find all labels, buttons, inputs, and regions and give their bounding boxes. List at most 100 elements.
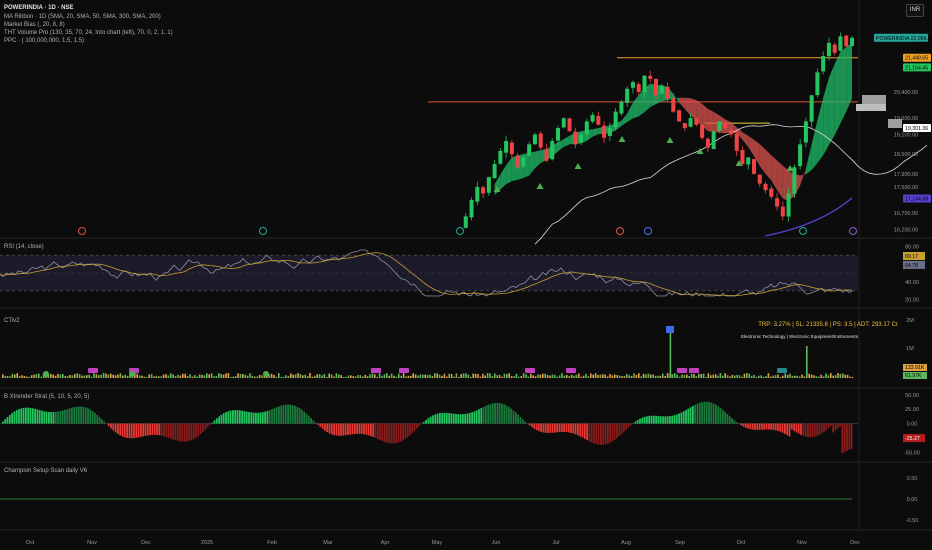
oscillator-bar <box>719 407 722 424</box>
chart-canvas[interactable]: 20,400.00 19,600.00 19,100.00 18,500.00 17,9… <box>0 0 932 550</box>
oscillator-bar <box>547 423 549 433</box>
price-tick-label: 20,400.00 <box>894 90 918 96</box>
oscillator-bar <box>77 406 80 424</box>
chart-workspace[interactable]: 20,400.00 19,600.00 19,100.00 18,500.00 17,9… <box>0 0 932 550</box>
indicator-volume-pro[interactable]: THT Volume Pro (130, 35, 70, 24, Into ch… <box>4 29 173 37</box>
volume-bar <box>746 373 748 378</box>
oscillator-bar <box>432 415 434 424</box>
volume-bar <box>364 374 366 378</box>
candle-body <box>527 144 532 156</box>
indicator-ppc[interactable]: PPC · ( 100,000,000, 1.5, 1.5) <box>4 37 84 45</box>
oscillator-bar <box>793 423 795 431</box>
volume-bar <box>693 374 695 378</box>
oscillator-bar <box>478 409 480 424</box>
time-axis-label: Jul <box>552 540 559 546</box>
ma-ribbon-band <box>765 149 772 181</box>
oscillator-bar <box>616 423 618 438</box>
volume-bar <box>532 375 534 378</box>
volume-bar <box>184 373 186 378</box>
oscillator-bar <box>593 423 595 444</box>
oscillator-bar <box>36 409 39 424</box>
candle-body <box>550 141 555 160</box>
volume-bar <box>321 375 323 378</box>
oscillator-bar <box>685 409 687 424</box>
volume-bar <box>215 376 218 378</box>
oscillator-bar <box>156 423 158 435</box>
volume-bar <box>594 373 597 378</box>
event-marker <box>259 227 267 235</box>
volume-bar <box>558 375 561 378</box>
champion-tick-label: 0.50 <box>907 476 918 482</box>
ma-ribbon-band <box>707 108 714 132</box>
candle-body <box>561 118 566 128</box>
champion-tick-label: 0.00 <box>907 497 918 503</box>
oscillator-bar <box>666 416 669 424</box>
volume-bar <box>6 376 9 378</box>
volume-bar <box>645 374 647 378</box>
oscillator-bar <box>8 414 11 424</box>
oscillator-bar <box>282 405 285 424</box>
oscillator-bar <box>222 413 225 424</box>
candle-body <box>486 177 491 193</box>
oscillator-bar <box>581 423 584 438</box>
oscillator-bar <box>333 423 335 436</box>
ma-ribbon-band <box>771 155 778 191</box>
volume-bar <box>472 373 474 378</box>
volume-bar <box>59 374 62 378</box>
volume-bar <box>719 373 722 378</box>
volume-bar <box>35 374 38 378</box>
volume-bar <box>448 373 450 378</box>
indicator-ma-ribbon[interactable]: MA Ribbon · 1D (SMA, 20, SMA, 50, SMA, 3… <box>4 13 161 21</box>
oscillator-bar <box>271 409 273 424</box>
supply-zone-box <box>856 104 886 111</box>
volume-bar <box>100 374 102 378</box>
candle-body <box>792 167 797 194</box>
volume-flag <box>666 326 674 333</box>
volume-bar <box>254 376 256 378</box>
volume-bar <box>513 376 515 378</box>
volume-bar <box>688 376 690 378</box>
oscillator-bar <box>491 403 494 424</box>
currency-button[interactable]: INR <box>906 4 924 17</box>
oscillator-bar <box>475 410 478 424</box>
oscillator-bar <box>211 422 214 424</box>
oscillator-bar <box>324 423 326 431</box>
volume-bar <box>431 376 434 378</box>
volume-bar <box>539 374 542 378</box>
oscillator-bar <box>128 423 131 439</box>
indicator-market-bias[interactable]: Market Bias (, 20, 8, 8) <box>4 21 65 29</box>
oscillator-bar <box>524 421 526 424</box>
volume-bar <box>426 374 429 378</box>
oscillator-bar <box>496 402 499 424</box>
volume-bar <box>731 374 734 378</box>
volume-bar <box>551 374 554 378</box>
oscillator-bar <box>11 413 13 424</box>
volume-bar <box>606 376 609 378</box>
volume-bar <box>578 373 580 378</box>
oscillator-bar <box>259 412 262 424</box>
oscillator-bar <box>199 423 202 435</box>
oscillator-bar <box>763 423 766 430</box>
oscillator-bar <box>439 413 441 424</box>
volume-bar <box>246 375 249 378</box>
oscillator-bar <box>321 423 324 429</box>
volume-bar <box>402 373 405 378</box>
oscillator-bar <box>107 423 110 427</box>
ma-ribbon-band <box>817 97 824 163</box>
volume-bar <box>172 374 174 378</box>
oscillator-bar <box>264 411 266 424</box>
volume-bar <box>222 374 225 378</box>
oscillator-bar <box>160 423 163 436</box>
oscillator-bar <box>473 411 476 424</box>
oscillator-bar <box>735 422 738 424</box>
oscillator-tick-label: 0.00 <box>907 422 918 428</box>
volume-tag <box>777 368 787 373</box>
volume-bar <box>690 373 693 378</box>
volume-bar <box>443 373 446 378</box>
ma-ribbon-band <box>632 95 639 119</box>
oscillator-bar <box>61 410 64 424</box>
oscillator-bar <box>411 423 414 433</box>
oscillator-bar <box>558 423 561 433</box>
volume-bar <box>599 374 602 378</box>
oscillator-bar <box>678 413 680 424</box>
